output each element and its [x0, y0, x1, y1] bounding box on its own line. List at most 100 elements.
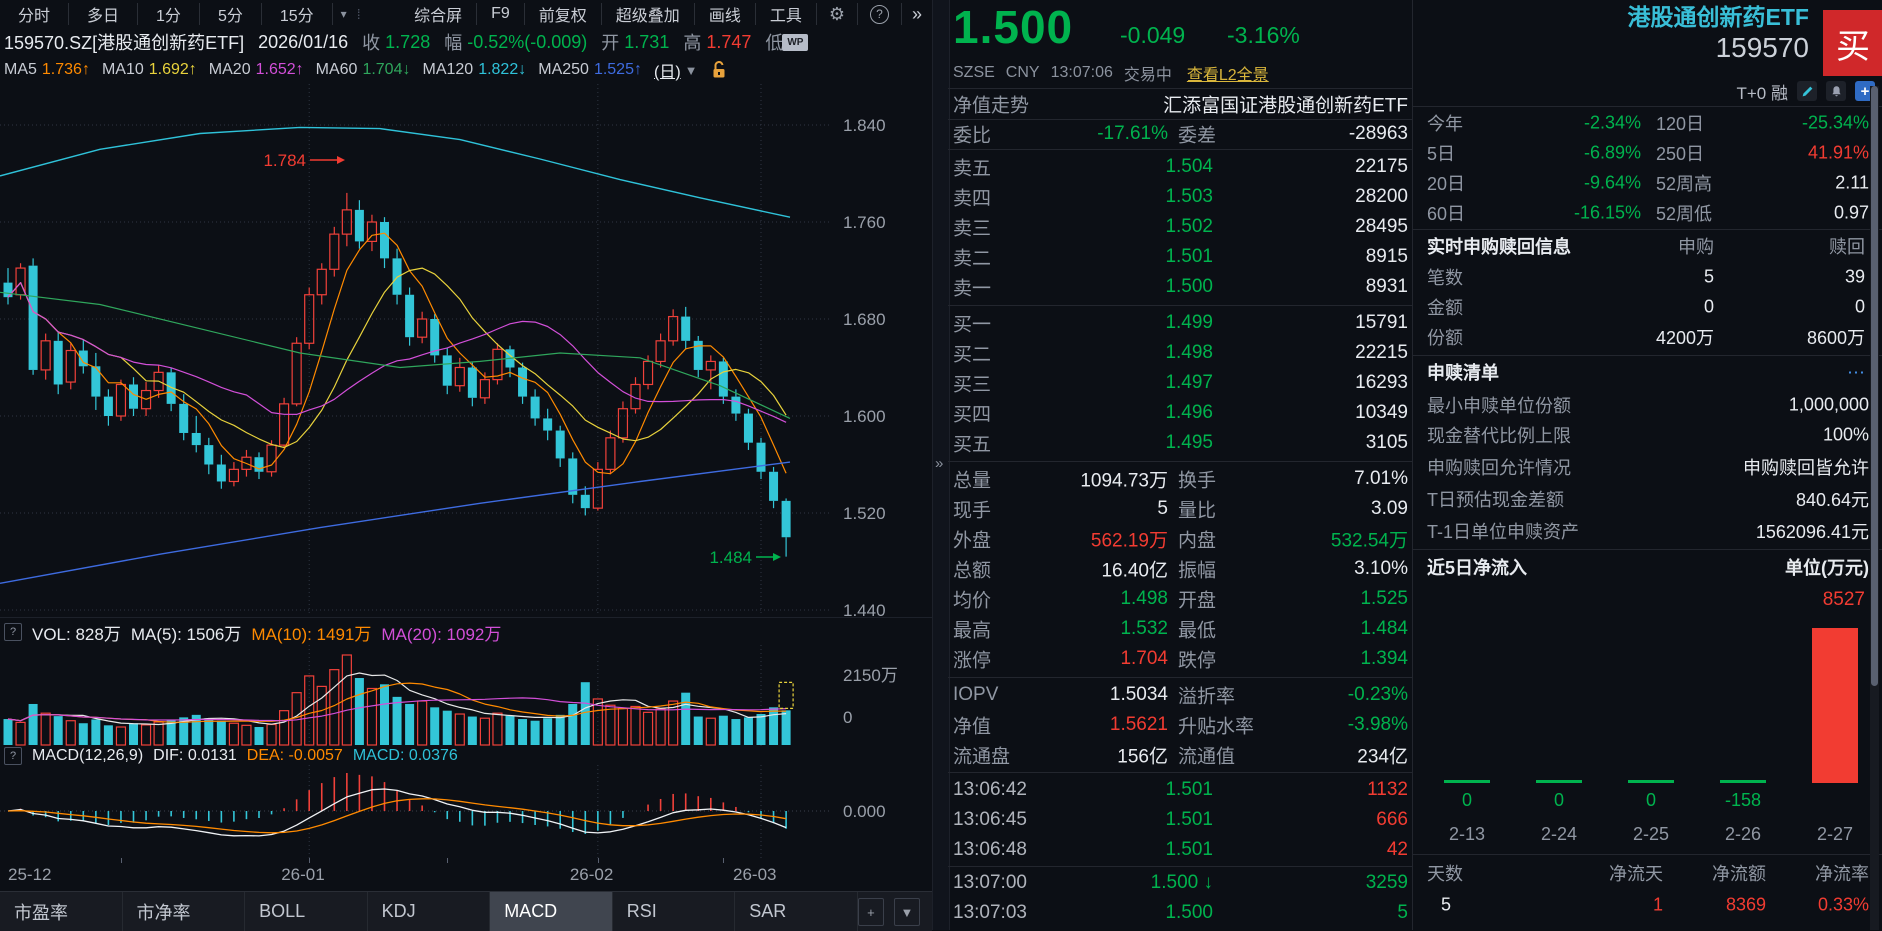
edit-icon[interactable] — [1797, 81, 1817, 101]
fund-nav-row[interactable]: 净值走势 汇添富国证港股通创新药ETF — [948, 90, 1412, 118]
exchange: SZSE — [953, 64, 995, 81]
tool-前复权[interactable]: 前复权 — [525, 3, 602, 25]
redeem-row: T-1日单位申赎资产 1562096.41元 — [1413, 516, 1882, 546]
tab-MACD[interactable]: MACD — [490, 892, 613, 931]
tick-row: 13:07:00 1.500 ↓ 3259 — [948, 868, 1412, 898]
l2-link[interactable]: 查看L2全景 — [1187, 61, 1269, 85]
more-link[interactable]: ··· — [1847, 362, 1865, 383]
redeem-row: 申购赎回允许情况 申购赎回皆允许 — [1413, 452, 1882, 482]
svg-text:1.520: 1.520 — [843, 504, 886, 523]
ma-item-MA10: MA10 1.692↑ — [102, 61, 197, 79]
unlocked-lock-icon[interactable] — [712, 61, 727, 79]
view-tab-5分[interactable]: 5分 — [200, 3, 262, 25]
alert-bell-icon[interactable] — [1826, 81, 1846, 101]
period-caret-icon[interactable]: ▼ — [685, 63, 698, 78]
macd-dif: DIF: 0.0131 — [153, 746, 237, 764]
redeem-label: T-1日单位申赎资产 — [1427, 522, 1580, 542]
floating-window-badge[interactable]: WP — [782, 33, 809, 51]
tool-超级叠加[interactable]: 超级叠加 — [602, 3, 695, 25]
scrollbar-thumb[interactable] — [1871, 86, 1878, 686]
netflow-bar-value: -158 — [1724, 790, 1762, 810]
view-tab-15分[interactable]: 15分 — [262, 3, 333, 25]
tab-RSI[interactable]: RSI — [613, 892, 736, 931]
pane-collapse-button[interactable]: ▼ — [893, 898, 921, 926]
tool-综合屏[interactable]: 综合屏 — [400, 3, 478, 25]
svg-text:1.840: 1.840 — [843, 116, 886, 135]
sub-label: 笔数 — [1427, 268, 1463, 288]
period-selector[interactable]: (日) — [654, 58, 681, 82]
stat-value-1: 1.532 — [1120, 618, 1168, 639]
redeem-value: 840.64元 — [1795, 490, 1869, 510]
stat-label-2: 内盘 — [1178, 530, 1217, 552]
tick-price: 1.500 ↓ — [1150, 872, 1213, 893]
add-indicator-button[interactable]: + — [857, 898, 884, 926]
redeem-list-header: 申赎清单 — [1427, 363, 1499, 383]
quote-panel: 1.500 -0.049 -3.16% SZSE CNY 13:07:06 交易… — [948, 0, 1412, 930]
bid-row[interactable]: 买二 1.498 22215 — [948, 338, 1412, 368]
help-icon[interactable]: ? — [4, 746, 22, 765]
stat-label-1: 总量 — [953, 470, 992, 492]
ma-value: 1.822↓ — [478, 61, 527, 78]
view-tab-1分[interactable]: 1分 — [138, 3, 200, 25]
gear-icon[interactable]: ⚙ — [817, 3, 858, 25]
stat-label-1: 最高 — [953, 620, 992, 642]
ask-volume: 28495 — [1355, 216, 1408, 237]
toolbar-expand-icon[interactable]: » — [902, 3, 932, 25]
stat-value-2: 3.09 — [1371, 498, 1408, 519]
bid-row[interactable]: 买四 1.496 10349 — [948, 398, 1412, 428]
currency: CNY — [1005, 64, 1040, 81]
candlestick-chart[interactable]: 1.840 1.760 1.680 1.600 1.520 1.440 1.784 1.484 — [0, 84, 932, 620]
buy-button[interactable]: 买 — [1823, 10, 1882, 76]
tick-row: 13:06:45 1.501 666 — [948, 805, 1412, 835]
svg-text:0: 0 — [843, 708, 852, 727]
bid-row[interactable]: 买三 1.497 16293 — [948, 368, 1412, 398]
tab-市净率[interactable]: 市净率 — [123, 892, 246, 931]
ask-price: 1.501 — [1165, 246, 1213, 267]
ask-row[interactable]: 卖四 1.503 28200 — [948, 182, 1412, 212]
tool-工具[interactable]: 工具 — [756, 3, 817, 25]
weicha-label: 委差 — [1178, 125, 1217, 147]
view-tab-多日[interactable]: 多日 — [69, 3, 139, 25]
netflow-bar-value: 0 — [1553, 790, 1564, 810]
ask-row[interactable]: 卖二 1.501 8915 — [948, 242, 1412, 272]
tool-画线[interactable]: 画线 — [695, 3, 756, 25]
panel-scrollbar[interactable] — [1870, 86, 1879, 930]
volume-chart[interactable]: 2150万 0 — [0, 645, 932, 748]
tab-BOLL[interactable]: BOLL — [245, 892, 368, 931]
axis-tick — [309, 858, 311, 863]
more-dots-icon[interactable]: ⁞ — [355, 6, 363, 22]
subscription-row: 份额 4200万 8600万 — [1413, 322, 1882, 352]
bid-row[interactable]: 买五 1.495 3105 — [948, 428, 1412, 458]
x-label-26-01: 26-01 — [281, 865, 325, 884]
macd-chart[interactable]: 0.000 — [0, 765, 932, 858]
period-dropdown-caret[interactable]: ▾ — [333, 3, 355, 25]
ask-price: 1.503 — [1165, 186, 1213, 207]
help-icon[interactable]: ? — [4, 623, 22, 641]
stat-value-2: 1.484 — [1360, 618, 1408, 639]
trading-status: 交易中 — [1123, 67, 1172, 84]
stat-row: 净值 1.5621 升贴水率 -3.98% — [948, 710, 1412, 740]
tab-SAR[interactable]: SAR — [735, 892, 858, 931]
tick-volume: 1132 — [1367, 779, 1408, 800]
sub-value-2: 0 — [1854, 296, 1865, 317]
bid-row[interactable]: 买一 1.499 15791 — [948, 308, 1412, 338]
divider-line — [948, 149, 1412, 150]
view-tab-分时[interactable]: 分时 — [0, 3, 70, 25]
ask-row[interactable]: 卖一 1.500 8931 — [948, 272, 1412, 302]
perf-value-1: -6.89% — [1583, 142, 1641, 163]
tick-price: 1.501 — [1165, 839, 1213, 860]
tab-KDJ[interactable]: KDJ — [368, 892, 491, 931]
bid-label: 买二 — [953, 344, 992, 366]
tool-F9[interactable]: F9 — [477, 3, 525, 25]
tick-time: 13:06:42 — [953, 779, 1027, 800]
ask-volume: 28200 — [1355, 186, 1408, 207]
ask-price: 1.502 — [1165, 216, 1213, 237]
redeem-row: 现金替代比例上限 100% — [1413, 420, 1882, 450]
tab-市盈率[interactable]: 市盈率 — [0, 892, 123, 931]
ask-row[interactable]: 卖五 1.504 22175 — [948, 152, 1412, 182]
field-高: 高 1.747 — [683, 29, 751, 55]
help-icon[interactable]: ? — [858, 3, 902, 25]
ask-price: 1.504 — [1165, 156, 1213, 177]
ask-row[interactable]: 卖三 1.502 28495 — [948, 212, 1412, 242]
stat-value-1: 1094.73万 — [1080, 470, 1168, 492]
